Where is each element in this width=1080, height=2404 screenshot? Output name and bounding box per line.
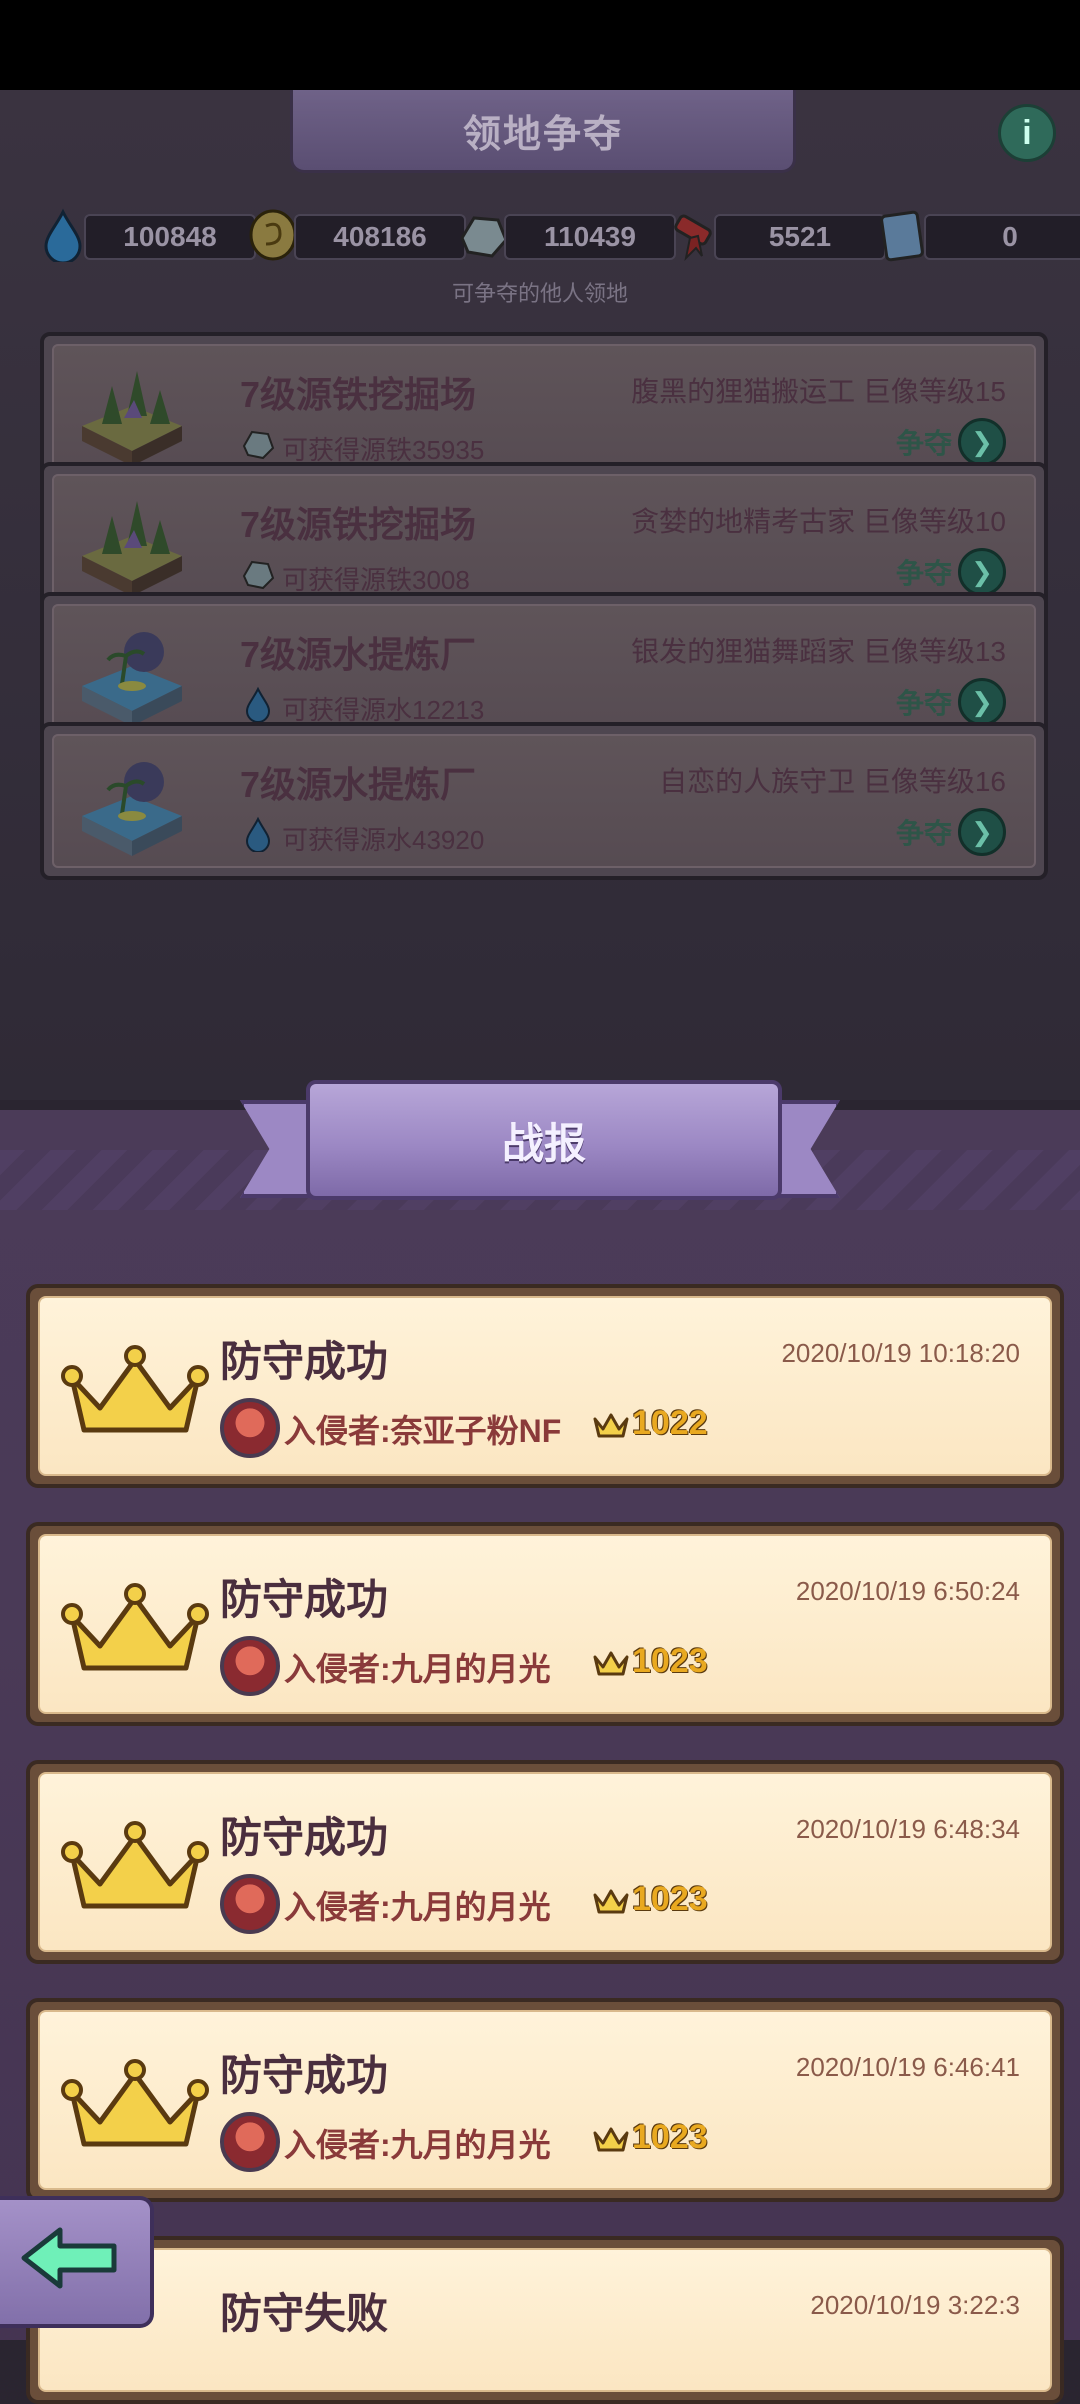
territory-gain: 可获得源水43920 xyxy=(282,825,485,855)
territory-card: 7级源水提炼厂 可获得源水12213 银发的狸猫舞蹈家 巨像等级13 争夺 ❯ xyxy=(52,604,1036,738)
crown-icon xyxy=(61,1821,209,1909)
report-title-banner: 战报 xyxy=(240,1080,840,1200)
trophy-value: 1023 xyxy=(632,1642,708,1680)
territory-name: 7级源水提炼厂 xyxy=(240,634,477,675)
trophy-value: 1022 xyxy=(632,1404,708,1442)
scroll-icon xyxy=(674,214,712,262)
contest-button[interactable]: 争夺 ❯ xyxy=(896,418,1006,466)
water-island-icon xyxy=(82,632,182,726)
back-button[interactable] xyxy=(0,2196,200,2328)
resource-bar: 100848 408186 110439 5521 0 xyxy=(0,200,1080,270)
territory-name: 7级源水提炼厂 xyxy=(240,764,477,805)
contest-label: 争夺 xyxy=(895,558,952,589)
report-invader: 入侵者:九月的月光 xyxy=(284,1889,551,1925)
report-card: 防守成功 2020/10/19 6:50:24 入侵者:九月的月光 1023 xyxy=(38,1534,1052,1714)
ore-icon xyxy=(242,430,275,460)
territory-card: 7级源铁挖掘场 可获得源铁35935 腹黑的狸猫搬运工 巨像等级15 争夺 ❯ xyxy=(52,344,1036,478)
report-result: 防守失败 xyxy=(220,2290,389,2337)
resource-value: 0 xyxy=(924,214,1080,260)
territory-screen: 领地争夺 i 100848 408186 110439 5521 0 可争夺的他… xyxy=(0,90,1080,1100)
territory-owner: 银发的狸猫舞蹈家 巨像等级13 xyxy=(631,636,1006,667)
report-card: 防守成功 2020/10/19 6:46:41 入侵者:九月的月光 1023 xyxy=(38,2010,1052,2190)
ribbon: 战报 xyxy=(306,1080,782,1200)
card-icon xyxy=(880,210,924,262)
trophy-count: 1022 xyxy=(592,1404,708,1443)
chevron-right-icon: ❯ xyxy=(958,678,1006,726)
contest-button[interactable]: 争夺 ❯ xyxy=(896,808,1006,856)
crown-icon xyxy=(61,1583,209,1671)
resource-value: 100848 xyxy=(84,214,256,260)
territory-owner: 腹黑的狸猫搬运工 巨像等级15 xyxy=(631,376,1006,407)
territory-name: 7级源铁挖掘场 xyxy=(240,504,477,545)
trophy-value: 1023 xyxy=(632,2118,708,2156)
report-title: 战报 xyxy=(501,1119,586,1167)
contest-label: 争夺 xyxy=(895,428,952,459)
water-drop-icon xyxy=(245,686,271,722)
territory-owner: 自恋的人族守卫 巨像等级16 xyxy=(659,766,1006,797)
ore-icon xyxy=(460,216,508,258)
territory-list-subtitle: 可争夺的他人领地 xyxy=(451,281,628,306)
territory-card: 7级源水提炼厂 可获得源水43920 自恋的人族守卫 巨像等级16 争夺 ❯ xyxy=(52,734,1036,868)
page-title: 领地争夺 xyxy=(462,113,623,156)
report-time: 2020/10/19 6:46:41 xyxy=(795,2052,1020,2082)
report-result: 防守成功 xyxy=(220,2052,389,2099)
mine-island-icon xyxy=(82,501,182,596)
water-drop-icon xyxy=(245,816,271,852)
report-time: 2020/10/19 10:18:20 xyxy=(781,1338,1020,1368)
chevron-right-icon: ❯ xyxy=(958,418,1006,466)
contest-label: 争夺 xyxy=(895,688,952,719)
report-time: 2020/10/19 6:50:24 xyxy=(795,1576,1020,1606)
water-drop-icon xyxy=(44,208,82,262)
report-time: 2020/10/19 3:22:3 xyxy=(810,2290,1020,2320)
report-invader: 入侵者:九月的月光 xyxy=(284,2127,551,2163)
report-item[interactable]: 防守成功 2020/10/19 6:46:41 入侵者:九月的月光 1023 xyxy=(26,1998,1064,2202)
territory-card: 7级源铁挖掘场 可获得源铁3008 贪婪的地精考古家 巨像等级10 争夺 ❯ xyxy=(52,474,1036,608)
water-island-icon xyxy=(82,762,182,856)
avatar[interactable] xyxy=(220,1874,280,1934)
report-card: 防守成功 2020/10/19 6:48:34 入侵者:九月的月光 1023 xyxy=(38,1772,1052,1952)
title-banner: 领地争夺 xyxy=(290,90,796,173)
report-result: 防守成功 xyxy=(220,1576,389,1623)
crown-icon xyxy=(61,2059,209,2147)
report-item[interactable]: 防守成功 2020/10/19 6:48:34 入侵者:九月的月光 1023 xyxy=(26,1760,1064,1964)
crown-icon xyxy=(61,1345,209,1433)
coin-icon xyxy=(249,209,297,261)
report-item[interactable]: 防守成功 2020/10/19 10:18:20 入侵者:奈亚子粉NF 1022 xyxy=(26,1284,1064,1488)
trophy-value: 1023 xyxy=(632,1880,708,1918)
status-bar xyxy=(0,0,1080,90)
report-item[interactable]: 防守成功 2020/10/19 6:50:24 入侵者:九月的月光 1023 xyxy=(26,1522,1064,1726)
resource-value: 110439 xyxy=(504,214,676,260)
trophy-count: 1023 xyxy=(592,1880,708,1919)
avatar[interactable] xyxy=(220,2112,280,2172)
mine-island-icon xyxy=(82,371,182,466)
territory-item[interactable]: 7级源水提炼厂 可获得源水43920 自恋的人族守卫 巨像等级16 争夺 ❯ xyxy=(40,722,1048,880)
trophy-count: 1023 xyxy=(592,2118,708,2157)
resource-value: 5521 xyxy=(714,214,886,260)
avatar[interactable] xyxy=(220,1398,280,1458)
report-card: 防守成功 2020/10/19 10:18:20 入侵者:奈亚子粉NF 1022 xyxy=(38,1296,1052,1476)
contest-label: 争夺 xyxy=(895,818,952,849)
resource-value: 408186 xyxy=(294,214,466,260)
report-time: 2020/10/19 6:48:34 xyxy=(795,1814,1020,1844)
info-button[interactable]: i xyxy=(998,104,1056,162)
report-result: 防守成功 xyxy=(220,1338,389,1385)
chevron-right-icon: ❯ xyxy=(958,548,1006,596)
avatar[interactable] xyxy=(220,1636,280,1696)
report-invader: 入侵者:九月的月光 xyxy=(284,1651,551,1687)
contest-button[interactable]: 争夺 ❯ xyxy=(896,548,1006,596)
crown-icon xyxy=(593,2127,629,2151)
territory-name: 7级源铁挖掘场 xyxy=(240,374,477,415)
crown-icon xyxy=(593,1413,629,1437)
crown-icon xyxy=(593,1889,629,1913)
contest-button[interactable]: 争夺 ❯ xyxy=(896,678,1006,726)
chevron-right-icon: ❯ xyxy=(958,808,1006,856)
arrow-left-icon xyxy=(21,2227,117,2289)
report-invader: 入侵者:奈亚子粉NF xyxy=(284,1413,562,1449)
crown-icon xyxy=(593,1651,629,1675)
report-result: 防守成功 xyxy=(220,1814,389,1861)
territory-owner: 贪婪的地精考古家 巨像等级10 xyxy=(631,506,1006,537)
ore-icon xyxy=(242,560,275,590)
trophy-count: 1023 xyxy=(592,1642,708,1681)
